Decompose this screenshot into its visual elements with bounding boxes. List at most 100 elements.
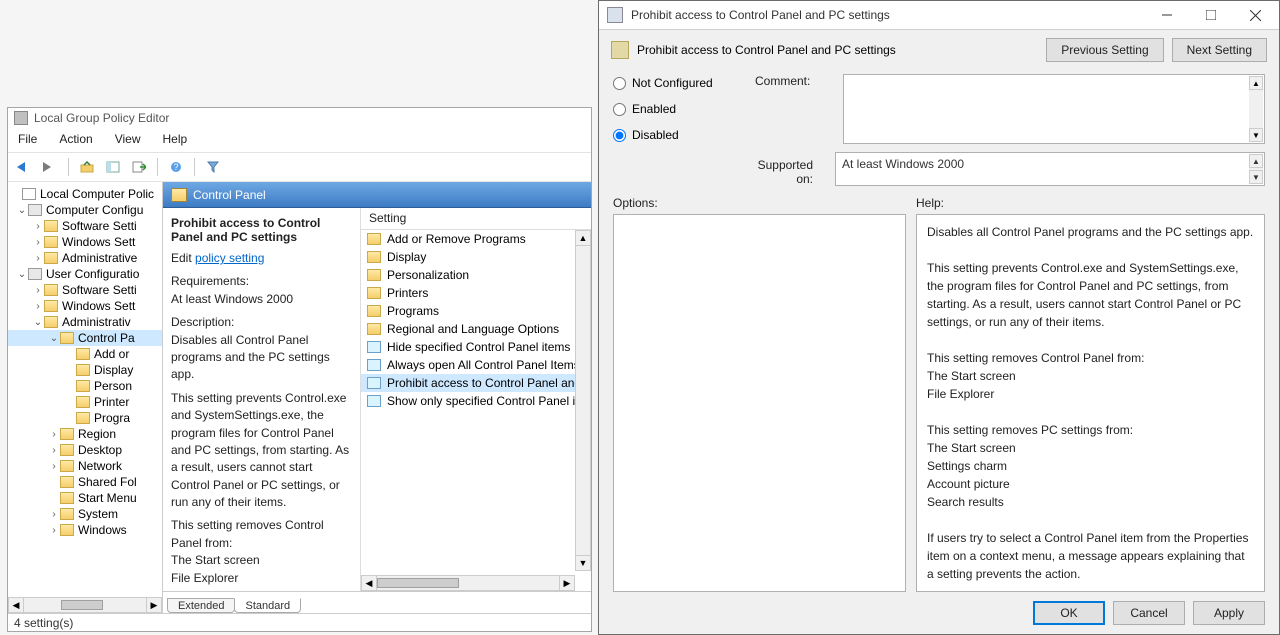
tree-network[interactable]: ›Network xyxy=(8,458,162,474)
folder-icon xyxy=(44,316,58,328)
supported-scrollbar[interactable]: ▲ ▼ xyxy=(1249,154,1263,184)
folder-icon xyxy=(44,236,58,248)
edit-policy-link[interactable]: policy setting xyxy=(195,251,264,265)
scroll-thumb[interactable] xyxy=(377,578,459,588)
radio-enabled[interactable]: Enabled xyxy=(613,102,733,116)
list-item-label: Prohibit access to Control Panel and xyxy=(387,376,581,390)
close-button[interactable] xyxy=(1233,1,1277,29)
tree-user-config[interactable]: ⌄User Configuratio xyxy=(8,266,162,282)
tree-computer-config[interactable]: ⌄Computer Configu xyxy=(8,202,162,218)
menu-help[interactable]: Help xyxy=(163,132,188,146)
tree-cc-admin[interactable]: ›Administrative xyxy=(8,250,162,266)
scroll-left-button[interactable]: ◀ xyxy=(8,597,24,613)
tree-cp-printer[interactable]: Printer xyxy=(8,394,162,410)
radio-disabled[interactable]: Disabled xyxy=(613,128,733,142)
scroll-right-button[interactable]: ▶ xyxy=(559,575,575,591)
list-item[interactable]: Printers xyxy=(361,284,591,302)
statusbar: 4 setting(s) xyxy=(8,613,591,631)
tree-desktop[interactable]: ›Desktop xyxy=(8,442,162,458)
scroll-track[interactable] xyxy=(24,597,146,613)
tree-system[interactable]: ›System xyxy=(8,506,162,522)
help-box[interactable]: Disables all Control Panel programs and … xyxy=(916,214,1265,592)
tree-cp-progra[interactable]: Progra xyxy=(8,410,162,426)
details-header: Control Panel xyxy=(163,182,591,208)
apply-button[interactable]: Apply xyxy=(1193,601,1265,625)
list-item-label: Display xyxy=(387,250,426,264)
list-item[interactable]: Display xyxy=(361,248,591,266)
minimize-button[interactable] xyxy=(1145,1,1189,29)
tree-uc-software[interactable]: ›Software Setti xyxy=(8,282,162,298)
details-header-text: Control Panel xyxy=(193,188,266,202)
tree-uc-windows[interactable]: ›Windows Sett xyxy=(8,298,162,314)
filter-button[interactable] xyxy=(203,157,223,177)
previous-setting-button[interactable]: Previous Setting xyxy=(1046,38,1163,62)
folder-icon xyxy=(367,233,381,245)
scroll-down-button[interactable]: ▼ xyxy=(1249,170,1263,184)
help-button[interactable]: ? xyxy=(166,157,186,177)
radio-not-configured[interactable]: Not Configured xyxy=(613,76,733,90)
next-setting-button[interactable]: Next Setting xyxy=(1172,38,1267,62)
list-item[interactable]: Show only specified Control Panel it xyxy=(361,392,591,410)
maximize-button[interactable] xyxy=(1189,1,1233,29)
menu-view[interactable]: View xyxy=(115,132,141,146)
export-button[interactable] xyxy=(129,157,149,177)
scroll-up-button[interactable]: ▲ xyxy=(1249,76,1263,90)
forward-button[interactable] xyxy=(40,157,60,177)
tree-cc-software[interactable]: ›Software Setti xyxy=(8,218,162,234)
comment-textbox[interactable]: ▲ ▼ xyxy=(843,74,1265,144)
tree-cp-display[interactable]: Display xyxy=(8,362,162,378)
back-button[interactable] xyxy=(14,157,34,177)
comment-scrollbar[interactable]: ▲ ▼ xyxy=(1249,76,1263,142)
policy-title: Prohibit access to Control Panel and PC … xyxy=(171,216,352,244)
tree-shared[interactable]: Shared Fol xyxy=(8,474,162,490)
tree-uc-admin[interactable]: ⌄Administrativ xyxy=(8,314,162,330)
tree-cc-windows[interactable]: ›Windows Sett xyxy=(8,234,162,250)
scroll-up-button[interactable]: ▲ xyxy=(575,230,591,246)
svg-text:?: ? xyxy=(173,162,178,172)
folder-icon xyxy=(367,323,381,335)
scroll-left-button[interactable]: ◀ xyxy=(361,575,377,591)
policy-icon xyxy=(367,377,381,389)
tab-extended[interactable]: Extended xyxy=(167,598,235,613)
cancel-button[interactable]: Cancel xyxy=(1113,601,1185,625)
list-item[interactable]: Hide specified Control Panel items xyxy=(361,338,591,356)
menu-file[interactable]: File xyxy=(18,132,37,146)
tree-windows[interactable]: ›Windows xyxy=(8,522,162,538)
scroll-down-button[interactable]: ▼ xyxy=(575,555,591,571)
tree-cp-add[interactable]: Add or xyxy=(8,346,162,362)
tree-control-panel[interactable]: ⌄Control Pa xyxy=(8,330,162,346)
details-tabs: Extended Standard xyxy=(163,591,591,613)
tab-standard[interactable]: Standard xyxy=(234,598,301,613)
list-horizontal-scrollbar[interactable]: ◀ ▶ xyxy=(361,575,575,591)
scroll-right-button[interactable]: ▶ xyxy=(146,597,162,613)
tree-root[interactable]: Local Computer Polic xyxy=(8,186,162,202)
list-vertical-scrollbar[interactable]: ▲ ▼ xyxy=(575,230,591,571)
list-item[interactable]: Always open All Control Panel Items xyxy=(361,356,591,374)
settings-list[interactable]: Add or Remove Programs Display Personaliza… xyxy=(361,230,591,410)
scroll-down-button[interactable]: ▼ xyxy=(1249,128,1263,142)
list-item[interactable]: Prohibit access to Control Panel and xyxy=(361,374,591,392)
settings-list-header[interactable]: Setting xyxy=(361,208,591,230)
settings-list-panel: Setting Add or Remove Programs Display Per… xyxy=(361,208,591,591)
list-item[interactable]: Add or Remove Programs xyxy=(361,230,591,248)
scroll-thumb[interactable] xyxy=(61,600,104,610)
tree-start[interactable]: Start Menu xyxy=(8,490,162,506)
scroll-track[interactable] xyxy=(377,575,559,591)
folder-icon xyxy=(171,188,187,202)
tree-cp-person[interactable]: Person xyxy=(8,378,162,394)
tree-horizontal-scrollbar[interactable]: ◀ ▶ xyxy=(8,597,162,613)
show-hide-tree-button[interactable] xyxy=(103,157,123,177)
list-item[interactable]: Regional and Language Options xyxy=(361,320,591,338)
policy-tree[interactable]: Local Computer Polic ⌄Computer Configu ›… xyxy=(8,182,163,613)
ok-button[interactable]: OK xyxy=(1033,601,1105,625)
scroll-up-button[interactable]: ▲ xyxy=(1249,154,1263,168)
list-item-label: Personalization xyxy=(387,268,469,282)
folder-icon xyxy=(76,412,90,424)
list-item-label: Hide specified Control Panel items xyxy=(387,340,570,354)
list-item[interactable]: Programs xyxy=(361,302,591,320)
tree-cp-region[interactable]: ›Region xyxy=(8,426,162,442)
up-button[interactable] xyxy=(77,157,97,177)
list-item[interactable]: Personalization xyxy=(361,266,591,284)
scroll-track[interactable] xyxy=(575,246,591,555)
menu-action[interactable]: Action xyxy=(59,132,92,146)
